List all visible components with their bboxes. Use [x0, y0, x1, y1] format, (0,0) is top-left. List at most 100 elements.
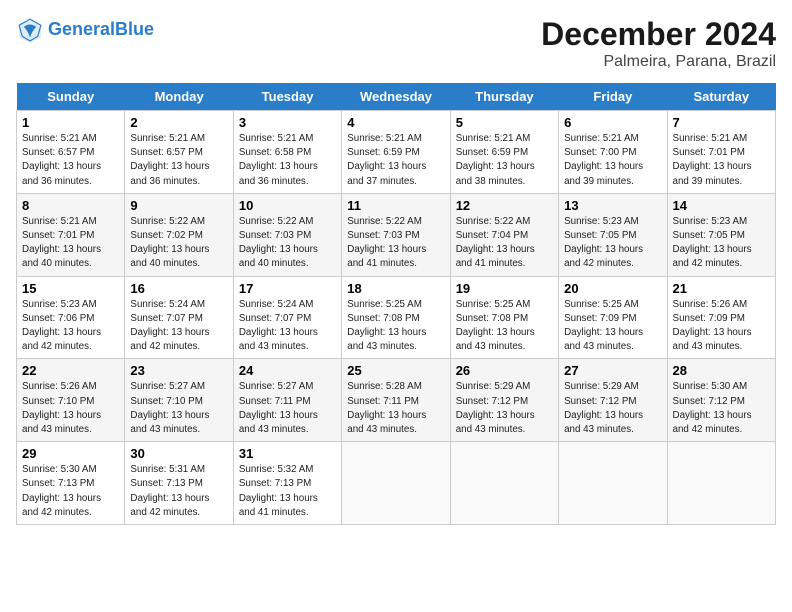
day-number: 29 — [22, 446, 119, 461]
day-number: 23 — [130, 363, 227, 378]
day-cell: 7 Sunrise: 5:21 AMSunset: 7:01 PMDaylight… — [667, 111, 775, 194]
day-cell: 12Sunrise: 5:22 AMSunset: 7:04 PMDayligh… — [450, 193, 558, 276]
day-info: Sunrise: 5:21 AMSunset: 6:57 PMDaylight:… — [130, 132, 227, 189]
day-info: Sunrise: 5:29 AMSunset: 7:12 PMDaylight:… — [456, 380, 553, 437]
logo: GeneralBlue — [16, 16, 154, 44]
day-cell — [342, 442, 450, 525]
day-cell: 2 Sunrise: 5:21 AMSunset: 6:57 PMDaylight… — [125, 111, 233, 194]
day-info: Sunrise: 5:21 AMSunset: 6:59 PMDaylight:… — [456, 132, 553, 189]
day-number: 16 — [130, 281, 227, 296]
logo-icon — [16, 16, 44, 44]
day-cell: 25Sunrise: 5:28 AMSunset: 7:11 PMDayligh… — [342, 359, 450, 442]
day-info: Sunrise: 5:23 AMSunset: 7:05 PMDaylight:… — [564, 215, 661, 272]
day-number: 2 — [130, 115, 227, 130]
day-info: Sunrise: 5:22 AMSunset: 7:02 PMDaylight:… — [130, 215, 227, 272]
day-info: Sunrise: 5:29 AMSunset: 7:12 PMDaylight:… — [564, 380, 661, 437]
logo-blue: Blue — [115, 19, 154, 39]
day-cell: 23Sunrise: 5:27 AMSunset: 7:10 PMDayligh… — [125, 359, 233, 442]
day-cell: 20 Sunrise: 5:25 AMSunset: 7:09 PMDayligh… — [559, 276, 667, 359]
day-number: 3 — [239, 115, 336, 130]
day-cell: 18Sunrise: 5:25 AMSunset: 7:08 PMDayligh… — [342, 276, 450, 359]
day-number: 6 — [564, 115, 661, 130]
main-title: December 2024 — [541, 16, 776, 53]
header-thursday: Thursday — [450, 83, 558, 111]
day-info: Sunrise: 5:26 AMSunset: 7:10 PMDaylight:… — [22, 380, 119, 437]
day-cell — [450, 442, 558, 525]
day-info: Sunrise: 5:32 AMSunset: 7:13 PMDaylight:… — [239, 463, 336, 520]
day-number: 20 — [564, 281, 661, 296]
day-cell: 3 Sunrise: 5:21 AMSunset: 6:58 PMDaylight… — [233, 111, 341, 194]
day-cell: 16Sunrise: 5:24 AMSunset: 7:07 PMDayligh… — [125, 276, 233, 359]
day-info: Sunrise: 5:27 AMSunset: 7:11 PMDaylight:… — [239, 380, 336, 437]
day-number: 5 — [456, 115, 553, 130]
logo-text: GeneralBlue — [48, 20, 154, 40]
day-number: 15 — [22, 281, 119, 296]
day-cell: 19 Sunrise: 5:25 AMSunset: 7:08 PMDayligh… — [450, 276, 558, 359]
day-number: 4 — [347, 115, 444, 130]
week-row-5: 29 Sunrise: 5:30 AMSunset: 7:13 PMDayligh… — [17, 442, 776, 525]
logo-general: General — [48, 19, 115, 39]
day-number: 28 — [673, 363, 770, 378]
day-cell: 31 Sunrise: 5:32 AMSunset: 7:13 PMDayligh… — [233, 442, 341, 525]
day-cell: 4Sunrise: 5:21 AMSunset: 6:59 PMDaylight… — [342, 111, 450, 194]
day-number: 8 — [22, 198, 119, 213]
day-cell: 26Sunrise: 5:29 AMSunset: 7:12 PMDayligh… — [450, 359, 558, 442]
day-info: Sunrise: 5:25 AMSunset: 7:09 PMDaylight:… — [564, 298, 661, 355]
day-cell: 30 Sunrise: 5:31 AMSunset: 7:13 PMDayligh… — [125, 442, 233, 525]
day-info: Sunrise: 5:30 AMSunset: 7:12 PMDaylight:… — [673, 380, 770, 437]
day-cell: 27 Sunrise: 5:29 AMSunset: 7:12 PMDayligh… — [559, 359, 667, 442]
day-number: 10 — [239, 198, 336, 213]
day-cell — [559, 442, 667, 525]
day-info: Sunrise: 5:22 AMSunset: 7:04 PMDaylight:… — [456, 215, 553, 272]
day-number: 9 — [130, 198, 227, 213]
day-info: Sunrise: 5:26 AMSunset: 7:09 PMDaylight:… — [673, 298, 770, 355]
day-cell: 14Sunrise: 5:23 AMSunset: 7:05 PMDayligh… — [667, 193, 775, 276]
page-container: GeneralBlue December 2024 Palmeira, Para… — [0, 0, 792, 535]
day-cell: 10 Sunrise: 5:22 AMSunset: 7:03 PMDayligh… — [233, 193, 341, 276]
header-saturday: Saturday — [667, 83, 775, 111]
week-row-3: 15 Sunrise: 5:23 AMSunset: 7:06 PMDayligh… — [17, 276, 776, 359]
day-cell: 8 Sunrise: 5:21 AMSunset: 7:01 PMDaylight… — [17, 193, 125, 276]
week-row-2: 8 Sunrise: 5:21 AMSunset: 7:01 PMDaylight… — [17, 193, 776, 276]
day-number: 24 — [239, 363, 336, 378]
day-cell: 6Sunrise: 5:21 AMSunset: 7:00 PMDaylight… — [559, 111, 667, 194]
day-cell: 5 Sunrise: 5:21 AMSunset: 6:59 PMDaylight… — [450, 111, 558, 194]
day-info: Sunrise: 5:22 AMSunset: 7:03 PMDaylight:… — [347, 215, 444, 272]
day-number: 22 — [22, 363, 119, 378]
day-info: Sunrise: 5:21 AMSunset: 6:58 PMDaylight:… — [239, 132, 336, 189]
header-tuesday: Tuesday — [233, 83, 341, 111]
day-info: Sunrise: 5:28 AMSunset: 7:11 PMDaylight:… — [347, 380, 444, 437]
day-cell: 28 Sunrise: 5:30 AMSunset: 7:12 PMDayligh… — [667, 359, 775, 442]
day-number: 27 — [564, 363, 661, 378]
header-friday: Friday — [559, 83, 667, 111]
calendar-table: SundayMondayTuesdayWednesdayThursdayFrid… — [16, 83, 776, 525]
header-wednesday: Wednesday — [342, 83, 450, 111]
day-info: Sunrise: 5:24 AMSunset: 7:07 PMDaylight:… — [239, 298, 336, 355]
day-number: 11 — [347, 198, 444, 213]
day-cell — [667, 442, 775, 525]
day-cell: 11 Sunrise: 5:22 AMSunset: 7:03 PMDayligh… — [342, 193, 450, 276]
day-number: 7 — [673, 115, 770, 130]
day-number: 19 — [456, 281, 553, 296]
header-row: GeneralBlue December 2024 Palmeira, Para… — [16, 16, 776, 71]
day-info: Sunrise: 5:22 AMSunset: 7:03 PMDaylight:… — [239, 215, 336, 272]
week-row-1: 1 Sunrise: 5:21 AMSunset: 6:57 PMDaylight… — [17, 111, 776, 194]
day-info: Sunrise: 5:21 AMSunset: 7:01 PMDaylight:… — [22, 215, 119, 272]
header-monday: Monday — [125, 83, 233, 111]
day-info: Sunrise: 5:21 AMSunset: 7:01 PMDaylight:… — [673, 132, 770, 189]
day-cell: 13Sunrise: 5:23 AMSunset: 7:05 PMDayligh… — [559, 193, 667, 276]
day-info: Sunrise: 5:30 AMSunset: 7:13 PMDaylight:… — [22, 463, 119, 520]
day-number: 31 — [239, 446, 336, 461]
day-cell: 29 Sunrise: 5:30 AMSunset: 7:13 PMDayligh… — [17, 442, 125, 525]
day-number: 1 — [22, 115, 119, 130]
header-row-days: SundayMondayTuesdayWednesdayThursdayFrid… — [17, 83, 776, 111]
day-info: Sunrise: 5:23 AMSunset: 7:06 PMDaylight:… — [22, 298, 119, 355]
day-cell: 1Sunrise: 5:21 AMSunset: 6:57 PMDaylight… — [17, 111, 125, 194]
day-number: 18 — [347, 281, 444, 296]
day-number: 14 — [673, 198, 770, 213]
day-info: Sunrise: 5:31 AMSunset: 7:13 PMDaylight:… — [130, 463, 227, 520]
day-cell: 9 Sunrise: 5:22 AMSunset: 7:02 PMDaylight… — [125, 193, 233, 276]
day-cell: 24 Sunrise: 5:27 AMSunset: 7:11 PMDayligh… — [233, 359, 341, 442]
day-info: Sunrise: 5:25 AMSunset: 7:08 PMDaylight:… — [456, 298, 553, 355]
day-number: 30 — [130, 446, 227, 461]
